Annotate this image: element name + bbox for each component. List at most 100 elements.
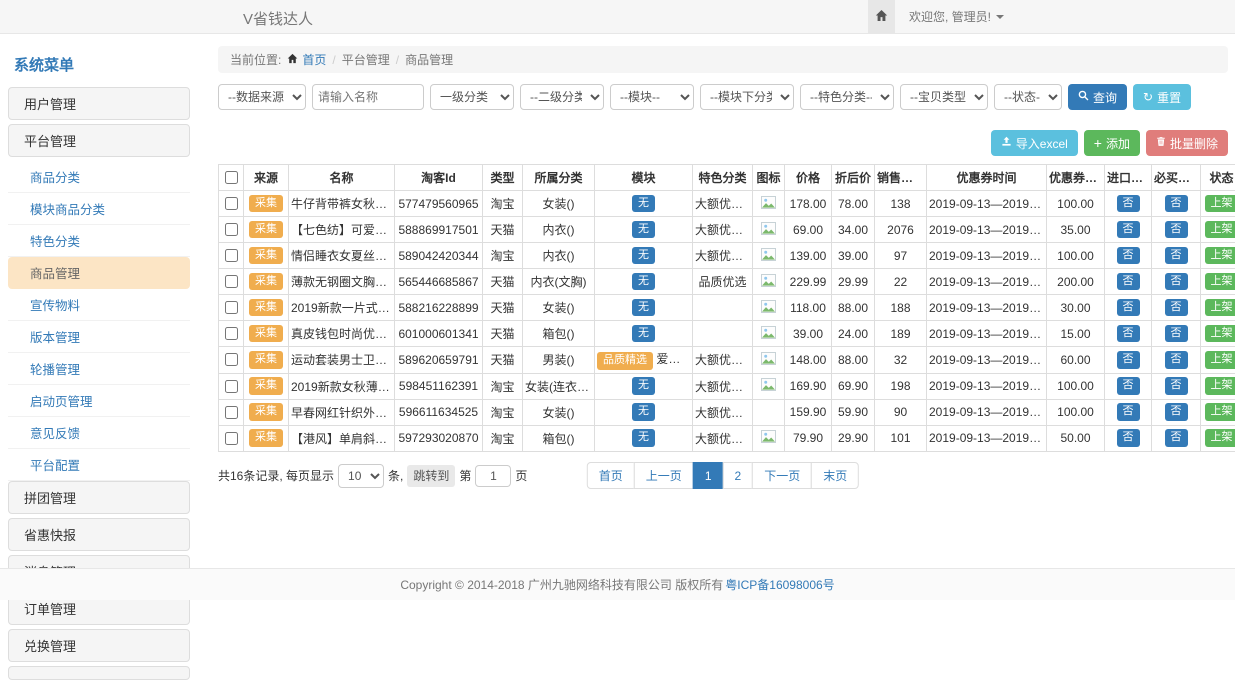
discount-price: 59.90 [832, 399, 875, 425]
jump-page-input[interactable] [475, 465, 511, 487]
import-pick-toggle[interactable]: 否 [1117, 351, 1140, 369]
filter-select-feature-category[interactable]: --特色分类-- [800, 84, 894, 110]
must-buy-toggle[interactable]: 否 [1165, 247, 1188, 265]
add-button[interactable]: + 添加 [1084, 130, 1140, 156]
module-badge[interactable]: 无 [632, 377, 655, 395]
sidebar-item-轮播管理[interactable]: 轮播管理 [8, 353, 190, 385]
module-badge[interactable]: 无 [632, 195, 655, 213]
page-button-首页[interactable]: 首页 [587, 462, 635, 489]
sidebar-item-意见反馈[interactable]: 意见反馈 [8, 417, 190, 449]
sidebar-item-拼团管理[interactable]: 拼团管理 [8, 481, 190, 514]
price: 69.00 [785, 217, 832, 243]
row-checkbox[interactable] [225, 275, 238, 288]
row-checkbox[interactable] [225, 301, 238, 314]
sidebar-item-宣传物料[interactable]: 宣传物料 [8, 289, 190, 321]
module-badge[interactable]: 品质精选 [597, 352, 653, 370]
sidebar-item-启动页管理[interactable]: 启动页管理 [8, 385, 190, 417]
sidebar-item-版本管理[interactable]: 版本管理 [8, 321, 190, 353]
status-badge[interactable]: 上架 [1205, 299, 1235, 317]
status-badge[interactable]: 上架 [1205, 273, 1235, 291]
icp-link[interactable]: 粤ICP备16098006号 [725, 576, 834, 593]
row-checkbox[interactable] [225, 223, 238, 236]
module-badge[interactable]: 无 [632, 403, 655, 421]
must-buy-toggle[interactable]: 否 [1165, 273, 1188, 291]
must-buy-toggle[interactable]: 否 [1165, 299, 1188, 317]
must-buy-toggle[interactable]: 否 [1165, 403, 1188, 421]
must-buy-toggle[interactable]: 否 [1165, 351, 1188, 369]
filter-select-status[interactable]: --状态-- [994, 84, 1062, 110]
page-button-上一页[interactable]: 上一页 [634, 462, 694, 489]
page-size-select[interactable]: 10 [338, 464, 384, 488]
reset-button[interactable]: ↻ 重置 [1133, 84, 1191, 110]
status-badge[interactable]: 上架 [1205, 351, 1235, 369]
sidebar-item-模块商品分类[interactable]: 模块商品分类 [8, 193, 190, 225]
column-header-状态: 状态 [1201, 165, 1235, 191]
sidebar-item-商品管理[interactable]: 商品管理 [8, 257, 190, 289]
row-checkbox[interactable] [225, 249, 238, 262]
sidebar-item-兑换管理[interactable]: 兑换管理 [8, 629, 190, 662]
module-badge[interactable]: 无 [632, 429, 655, 447]
sidebar-item-商品分类[interactable]: 商品分类 [8, 161, 190, 193]
filter-select-item-type[interactable]: --宝贝类型-- [900, 84, 988, 110]
page-button-下一页[interactable]: 下一页 [752, 462, 812, 489]
import-pick-toggle[interactable]: 否 [1117, 325, 1140, 343]
sales-count: 32 [875, 347, 927, 374]
status-badge[interactable]: 上架 [1205, 403, 1235, 421]
sidebar-item-hidden[interactable] [8, 666, 190, 680]
page-button-2[interactable]: 2 [723, 462, 754, 489]
sidebar-item-平台配置[interactable]: 平台配置 [8, 449, 190, 481]
import-pick-toggle[interactable]: 否 [1117, 273, 1140, 291]
row-checkbox[interactable] [225, 353, 238, 366]
name-search-input[interactable] [312, 84, 424, 110]
must-buy-toggle[interactable]: 否 [1165, 195, 1188, 213]
status-badge[interactable]: 上架 [1205, 325, 1235, 343]
status-badge[interactable]: 上架 [1205, 221, 1235, 239]
sidebar-item-用户管理[interactable]: 用户管理 [8, 87, 190, 120]
sidebar-item-平台管理[interactable]: 平台管理 [8, 124, 190, 157]
import-pick-toggle[interactable]: 否 [1117, 403, 1140, 421]
filter-select-module-subcategory[interactable]: --模块下分类-- [700, 84, 794, 110]
row-checkbox[interactable] [225, 432, 238, 445]
must-buy-toggle[interactable]: 否 [1165, 325, 1188, 343]
status-badge[interactable]: 上架 [1205, 429, 1235, 447]
import-excel-button[interactable]: 导入excel [991, 130, 1078, 156]
status-badge[interactable]: 上架 [1205, 377, 1235, 395]
sidebar-item-省惠快报[interactable]: 省惠快报 [8, 518, 190, 551]
batch-delete-button[interactable]: 批量删除 [1146, 130, 1228, 156]
select-all-checkbox[interactable] [225, 171, 238, 184]
status-badge[interactable]: 上架 [1205, 195, 1235, 213]
module-badge[interactable]: 无 [632, 299, 655, 317]
filter-select-primary-category[interactable]: 一级分类 [430, 84, 514, 110]
module-badge[interactable]: 无 [632, 221, 655, 239]
jump-button[interactable]: 跳转到 [407, 465, 455, 487]
import-pick-toggle[interactable]: 否 [1117, 377, 1140, 395]
filter-select-data-source[interactable]: --数据来源-- [218, 84, 306, 110]
must-buy-toggle[interactable]: 否 [1165, 221, 1188, 239]
taoke-id: 577479560965 [395, 191, 483, 217]
must-buy-toggle[interactable]: 否 [1165, 377, 1188, 395]
import-pick-toggle[interactable]: 否 [1117, 429, 1140, 447]
import-pick-toggle[interactable]: 否 [1117, 299, 1140, 317]
search-button[interactable]: 查询 [1068, 84, 1127, 110]
row-checkbox[interactable] [225, 197, 238, 210]
row-checkbox[interactable] [225, 380, 238, 393]
filter-select-module[interactable]: --模块-- [610, 84, 694, 110]
status-badge[interactable]: 上架 [1205, 247, 1235, 265]
page-button-末页[interactable]: 末页 [811, 462, 859, 489]
import-pick-toggle[interactable]: 否 [1117, 221, 1140, 239]
row-checkbox[interactable] [225, 327, 238, 340]
must-buy-toggle[interactable]: 否 [1165, 429, 1188, 447]
breadcrumb-home-link[interactable]: 首页 [302, 51, 326, 68]
row-checkbox[interactable] [225, 406, 238, 419]
import-pick-toggle[interactable]: 否 [1117, 247, 1140, 265]
home-button[interactable] [868, 0, 895, 33]
import-pick-toggle[interactable]: 否 [1117, 195, 1140, 213]
module-badge[interactable]: 无 [632, 247, 655, 265]
module-badge[interactable]: 无 [632, 273, 655, 291]
module-badge[interactable]: 无 [632, 325, 655, 343]
user-menu[interactable]: 欢迎您, 管理员! [909, 8, 1004, 25]
price: 79.90 [785, 425, 832, 451]
filter-select-secondary-category[interactable]: --二级分类-- [520, 84, 604, 110]
sidebar-item-特色分类[interactable]: 特色分类 [8, 225, 190, 257]
page-button-1[interactable]: 1 [693, 462, 724, 489]
